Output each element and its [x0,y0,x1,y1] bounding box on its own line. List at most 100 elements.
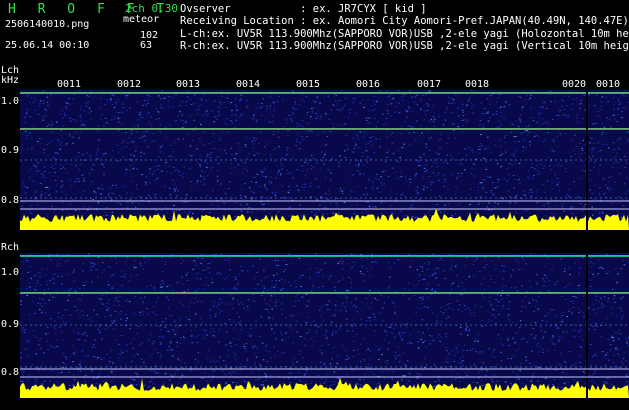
noise-dot [470,173,472,175]
noise-dot [571,312,573,314]
noise-dot [29,266,32,268]
noise-dot [204,284,207,286]
noise-dot [273,149,275,151]
noise-dot [503,137,506,138]
noise-dot [158,112,161,114]
noise-dot [243,167,246,169]
noise-dot [608,147,610,149]
noise-dot [591,266,593,268]
noise-dot [213,305,215,307]
noise-dot [145,183,147,185]
noise-dot [236,382,238,384]
noise-dot [261,103,263,104]
noise-dot [296,126,298,128]
noise-dot [333,381,336,383]
noise-dot [34,100,36,102]
noise-dot [589,179,592,181]
noise-dot [53,209,56,211]
noise-dot [290,120,293,122]
noise-dot [582,339,584,341]
noise-dot [294,103,297,105]
noise-dot [240,114,242,116]
noise-dot [214,361,216,363]
noise-dot [240,210,242,212]
noise-dot [514,202,517,204]
noise-dot [507,308,510,310]
noise-dot [214,315,216,317]
noise-dot [341,90,343,92]
noise-dot [299,336,302,337]
noise-dot [204,161,206,162]
noise-dot [411,204,413,206]
noise-dot [589,148,591,150]
noise-dot [97,149,99,151]
noise-dot [207,263,210,264]
noise-dot [309,276,311,278]
noise-dot [397,380,399,382]
noise-dot [415,120,418,122]
noise-dot [246,358,249,360]
noise-dot [610,383,612,385]
noise-dot [525,147,528,149]
noise-dot [466,375,468,376]
noise-dot [353,97,356,99]
noise-dot [172,355,174,357]
noise-dot [557,114,560,116]
noise-dot [614,332,617,334]
noise-dot [231,303,233,305]
noise-dot [393,327,395,329]
noise-dot [320,115,323,117]
noise-dot [613,295,616,297]
noise-dot [483,277,485,279]
noise-dot [164,264,167,265]
noise-dot [207,285,210,287]
noise-dot [432,105,435,107]
noise-dot [494,202,496,204]
noise-dot [344,295,346,297]
noise-dot [299,379,301,381]
noise-dot [24,193,27,194]
noise-dot [170,374,172,376]
noise-dot [456,178,458,179]
noise-dot [188,319,190,321]
noise-dot [180,257,183,259]
noise-dot [353,323,355,325]
noise-dot [345,98,347,99]
noise-dot [403,120,406,122]
noise-dot [302,139,305,141]
noise-dot [397,161,400,163]
noise-dot [34,274,36,276]
noise-dot [371,187,374,189]
time-label-0020: 0020 [562,79,587,90]
noise-dot [27,134,29,136]
noise-dot [473,311,475,313]
noise-dot [207,358,209,360]
noise-dot [73,330,75,332]
noise-dot [222,370,224,372]
noise-dot [258,107,261,109]
noise-dot [174,374,176,376]
noise-dot [432,161,435,163]
noise-dot [557,387,559,388]
noise-dot [29,132,31,134]
noise-dot [292,114,295,115]
noise-dot [126,317,128,319]
noise-dot [164,207,167,209]
noise-dot [174,183,177,185]
noise-dot [609,349,611,351]
noise-dot [485,209,487,211]
noise-dot [126,95,129,97]
noise-dot [61,180,63,182]
noise-dot [151,378,153,380]
noise-dot [394,311,396,313]
noise-dot [385,118,388,119]
noise-dot [564,167,567,169]
noise-dot [420,165,423,167]
noise-dot [415,312,417,314]
noise-dot [519,121,522,123]
noise-dot [102,303,105,305]
noise-dot [572,205,574,207]
noise-dot [522,146,525,148]
noise-dot [141,358,143,360]
noise-dot [404,195,406,197]
